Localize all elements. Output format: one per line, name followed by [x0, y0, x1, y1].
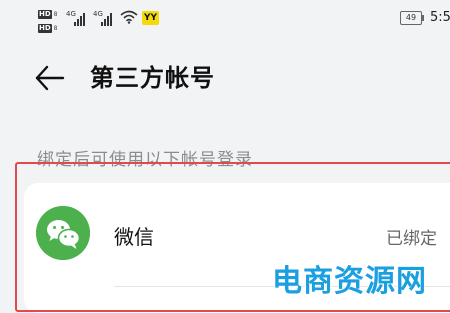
watermark-text: 电商资源网 — [272, 264, 427, 299]
hd-badge-1: HD — [38, 9, 52, 19]
status-time: 5:5 — [430, 10, 450, 25]
hd-sub-1: 8 — [53, 10, 58, 18]
page-title: 第三方帐号 — [90, 64, 215, 92]
signal-2-icon: 4G — [93, 10, 117, 26]
hd-badge-2: HD — [38, 23, 52, 33]
battery-icon: 49 — [400, 11, 424, 25]
back-arrow-icon[interactable] — [34, 62, 66, 94]
yy-app-badge: YY — [142, 11, 159, 25]
hd-sub-2: 8 — [53, 24, 58, 32]
wifi-icon — [120, 10, 138, 24]
signal-1-icon: 4G — [66, 10, 90, 26]
hd-indicators: HD 8 HD 8 — [38, 8, 62, 34]
status-bar: HD 8 HD 8 4G 4G YY 49 5:5 — [0, 0, 450, 36]
